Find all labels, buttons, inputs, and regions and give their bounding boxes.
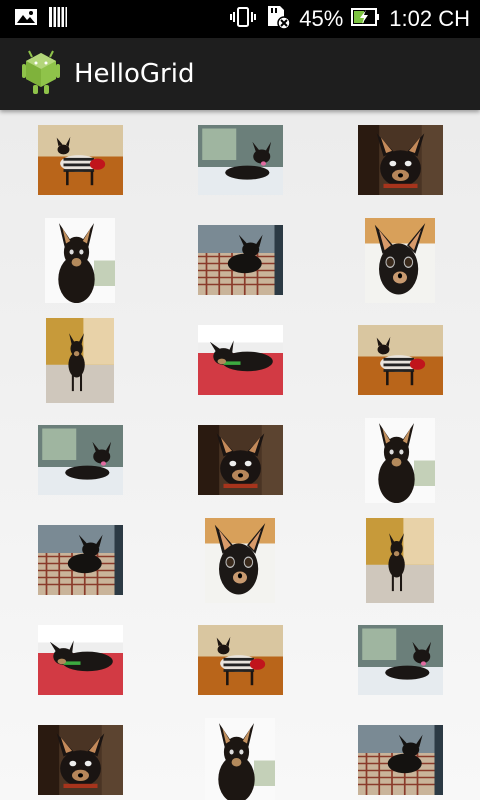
grid-item[interactable] <box>160 410 320 510</box>
dog-photo-image <box>365 217 435 303</box>
dog-photo-thumbnail[interactable] <box>357 325 443 395</box>
app-title: HelloGrid <box>74 59 195 89</box>
vibrate-icon <box>229 6 257 33</box>
android-app-icon[interactable] <box>20 49 62 100</box>
dog-photo-image <box>45 217 115 303</box>
dog-photo-thumbnail[interactable] <box>37 625 123 695</box>
dog-photo-image <box>37 625 123 695</box>
dog-photo-thumbnail[interactable] <box>46 317 114 403</box>
barcode-notification-icon <box>48 6 68 33</box>
dog-photo-thumbnail[interactable] <box>357 125 443 195</box>
dog-photo-image <box>46 317 114 403</box>
dog-photo-thumbnail[interactable] <box>197 225 283 295</box>
dog-photo-image <box>197 225 283 295</box>
status-bar: 45% 1:02 CH <box>0 0 480 38</box>
grid-item[interactable] <box>320 110 480 210</box>
grid-item[interactable] <box>0 610 160 710</box>
dog-photo-image <box>197 425 283 495</box>
dog-photo-image <box>197 325 283 395</box>
dog-photo-image <box>205 517 275 603</box>
dog-photo-image <box>37 725 123 795</box>
battery-charging-icon <box>351 7 381 32</box>
dog-photo-image <box>357 125 443 195</box>
dog-photo-thumbnail[interactable] <box>365 417 435 503</box>
dog-photo-thumbnail[interactable] <box>197 625 283 695</box>
dog-photo-thumbnail[interactable] <box>205 517 275 603</box>
grid-item[interactable] <box>0 410 160 510</box>
dog-photo-image <box>37 425 123 495</box>
dog-photo-image <box>357 725 443 795</box>
dog-photo-thumbnail[interactable] <box>365 217 435 303</box>
dog-photo-image <box>357 625 443 695</box>
dog-photo-thumbnail[interactable] <box>357 625 443 695</box>
dog-photo-thumbnail[interactable] <box>37 425 123 495</box>
status-bar-system: 45% 1:02 CH <box>229 4 470 35</box>
photo-grid[interactable] <box>0 110 480 800</box>
grid-item[interactable] <box>160 710 320 800</box>
grid-item[interactable] <box>0 510 160 610</box>
dog-photo-thumbnail[interactable] <box>37 125 123 195</box>
dog-photo-image <box>205 717 275 800</box>
grid-item[interactable] <box>320 610 480 710</box>
dog-photo-thumbnail[interactable] <box>197 325 283 395</box>
dog-photo-image <box>197 125 283 195</box>
dog-photo-thumbnail[interactable] <box>366 517 434 603</box>
dog-photo-thumbnail[interactable] <box>37 725 123 795</box>
dog-photo-thumbnail[interactable] <box>205 717 275 800</box>
action-bar: HelloGrid <box>0 38 480 110</box>
grid-item[interactable] <box>320 410 480 510</box>
grid-item[interactable] <box>320 710 480 800</box>
grid-item[interactable] <box>0 310 160 410</box>
status-bar-notifications <box>14 6 68 33</box>
grid-item[interactable] <box>160 610 320 710</box>
dog-photo-image <box>366 517 434 603</box>
dog-photo-thumbnail[interactable] <box>357 725 443 795</box>
dog-photo-thumbnail[interactable] <box>37 525 123 595</box>
dog-photo-thumbnail[interactable] <box>197 125 283 195</box>
dog-photo-image <box>197 625 283 695</box>
no-sdcard-icon <box>265 4 291 35</box>
grid-item[interactable] <box>160 510 320 610</box>
grid-item[interactable] <box>0 110 160 210</box>
dog-photo-image <box>37 125 123 195</box>
grid-item[interactable] <box>0 710 160 800</box>
dog-photo-thumbnail[interactable] <box>197 425 283 495</box>
dog-photo-image <box>365 417 435 503</box>
dog-photo-thumbnail[interactable] <box>45 217 115 303</box>
grid-item[interactable] <box>160 210 320 310</box>
dog-photo-image <box>357 325 443 395</box>
grid-item[interactable] <box>160 110 320 210</box>
grid-item[interactable] <box>0 210 160 310</box>
image-notification-icon <box>14 7 38 32</box>
clock: 1:02 CH <box>389 6 470 31</box>
grid-item[interactable] <box>320 210 480 310</box>
battery-percent: 45% <box>299 6 344 31</box>
grid-item[interactable] <box>160 310 320 410</box>
grid-item[interactable] <box>320 310 480 410</box>
grid-item[interactable] <box>320 510 480 610</box>
dog-photo-image <box>37 525 123 595</box>
